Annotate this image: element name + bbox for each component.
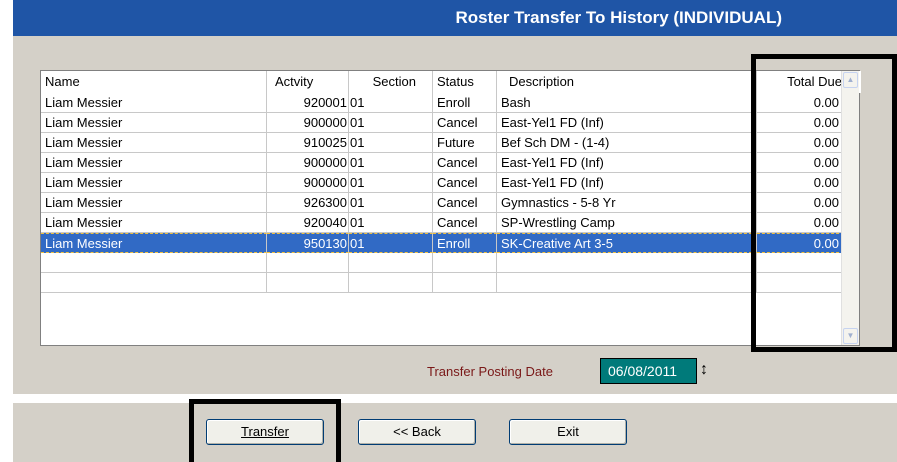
cell-section: 01 xyxy=(349,193,433,213)
cell-description: East-Yel1 FD (Inf) xyxy=(497,113,757,133)
cell-name: Liam Messier xyxy=(41,213,267,233)
cell-status: Cancel xyxy=(433,113,497,133)
transfer-posting-date-label: Transfer Posting Date xyxy=(427,364,553,379)
cell-section: 01 xyxy=(349,153,433,173)
table-row[interactable]: Liam Messier 926300 01 Cancel Gymnastics - 5… xyxy=(41,193,861,213)
cell-section: 01 xyxy=(349,173,433,193)
cell-description: East-Yel1 FD (Inf) xyxy=(497,173,757,193)
cell-activity: 950130 xyxy=(267,233,349,253)
column-header-activity[interactable]: Actvity xyxy=(267,71,349,93)
cell-status: Cancel xyxy=(433,193,497,213)
cell-activity: 900000 xyxy=(267,113,349,133)
column-header-description[interactable]: Description xyxy=(497,71,757,93)
cell-name: Liam Messier xyxy=(41,193,267,213)
cell-description: SP-Wrestling Camp xyxy=(497,213,757,233)
cell-name: Liam Messier xyxy=(41,133,267,153)
separator-strip xyxy=(13,394,897,403)
table-row[interactable]: Liam Messier 920040 01 Cancel SP-Wrestling C… xyxy=(41,213,861,233)
cell-description: Bash xyxy=(497,93,757,113)
transfer-button-label: Transfer xyxy=(241,424,289,439)
total-due-highlight-box xyxy=(751,54,897,352)
roster-grid[interactable]: Name Actvity Section Status Description … xyxy=(40,70,861,346)
cell-description xyxy=(497,273,757,293)
table-row[interactable]: Liam Messier 920001 01 Enroll Bash 0.00 xyxy=(41,93,861,113)
column-header-section[interactable]: Section xyxy=(349,71,433,93)
grid-header: Name Actvity Section Status Description … xyxy=(41,71,861,93)
table-row[interactable]: Liam Messier 900000 01 Cancel East-Yel1 FD (… xyxy=(41,153,861,173)
transfer-posting-date-field[interactable]: 06/08/2011 xyxy=(600,358,697,384)
column-header-name[interactable]: Name xyxy=(41,71,267,93)
cell-section: 01 xyxy=(349,213,433,233)
window-title: Roster Transfer To History (INDIVIDUAL) xyxy=(455,8,782,27)
cell-activity: 920040 xyxy=(267,213,349,233)
cell-section xyxy=(349,253,433,273)
transfer-button[interactable]: Transfer xyxy=(206,419,324,445)
column-header-status[interactable]: Status xyxy=(433,71,497,93)
title-bar: Roster Transfer To History (INDIVIDUAL) xyxy=(13,0,897,36)
cell-description: SK-Creative Art 3-5 xyxy=(497,233,757,253)
cell-description: East-Yel1 FD (Inf) xyxy=(497,153,757,173)
cell-name: Liam Messier xyxy=(41,93,267,113)
cell-status: Enroll xyxy=(433,93,497,113)
table-row[interactable] xyxy=(41,253,861,273)
cell-section: 01 xyxy=(349,133,433,153)
cell-section: 01 xyxy=(349,93,433,113)
cell-activity: 900000 xyxy=(267,153,349,173)
cell-status: Cancel xyxy=(433,153,497,173)
table-row[interactable]: Liam Messier 910025 01 Future Bef Sch DM - (… xyxy=(41,133,861,153)
exit-button[interactable]: Exit xyxy=(509,419,627,445)
cell-status: Enroll xyxy=(433,233,497,253)
table-row[interactable]: Liam Messier 900000 01 Cancel East-Yel1 FD (… xyxy=(41,173,861,193)
cell-activity: 920001 xyxy=(267,93,349,113)
cell-name: Liam Messier xyxy=(41,233,267,253)
cell-description xyxy=(497,253,757,273)
cell-section: 01 xyxy=(349,233,433,253)
cell-description: Bef Sch DM - (1-4) xyxy=(497,133,757,153)
cell-name: Liam Messier xyxy=(41,113,267,133)
cell-activity xyxy=(267,273,349,293)
cell-status xyxy=(433,273,497,293)
cell-status: Future xyxy=(433,133,497,153)
cell-activity: 900000 xyxy=(267,173,349,193)
cell-section xyxy=(349,273,433,293)
cell-status: Cancel xyxy=(433,173,497,193)
table-row[interactable]: Liam Messier 900000 01 Cancel East-Yel1 FD (… xyxy=(41,113,861,133)
cell-activity: 926300 xyxy=(267,193,349,213)
table-row[interactable] xyxy=(41,273,861,293)
cell-status: Cancel xyxy=(433,213,497,233)
cell-section: 01 xyxy=(349,113,433,133)
cell-status xyxy=(433,253,497,273)
cell-name: Liam Messier xyxy=(41,153,267,173)
table-row[interactable]: Liam Messier 950130 01 Enroll SK-Creative Ar… xyxy=(41,233,861,253)
cell-name xyxy=(41,273,267,293)
cell-name xyxy=(41,253,267,273)
cell-name: Liam Messier xyxy=(41,173,267,193)
cell-activity: 910025 xyxy=(267,133,349,153)
up-down-arrow-icon[interactable]: ↕ xyxy=(700,358,708,382)
cell-activity xyxy=(267,253,349,273)
cell-description: Gymnastics - 5-8 Yr xyxy=(497,193,757,213)
back-button[interactable]: << Back xyxy=(358,419,476,445)
